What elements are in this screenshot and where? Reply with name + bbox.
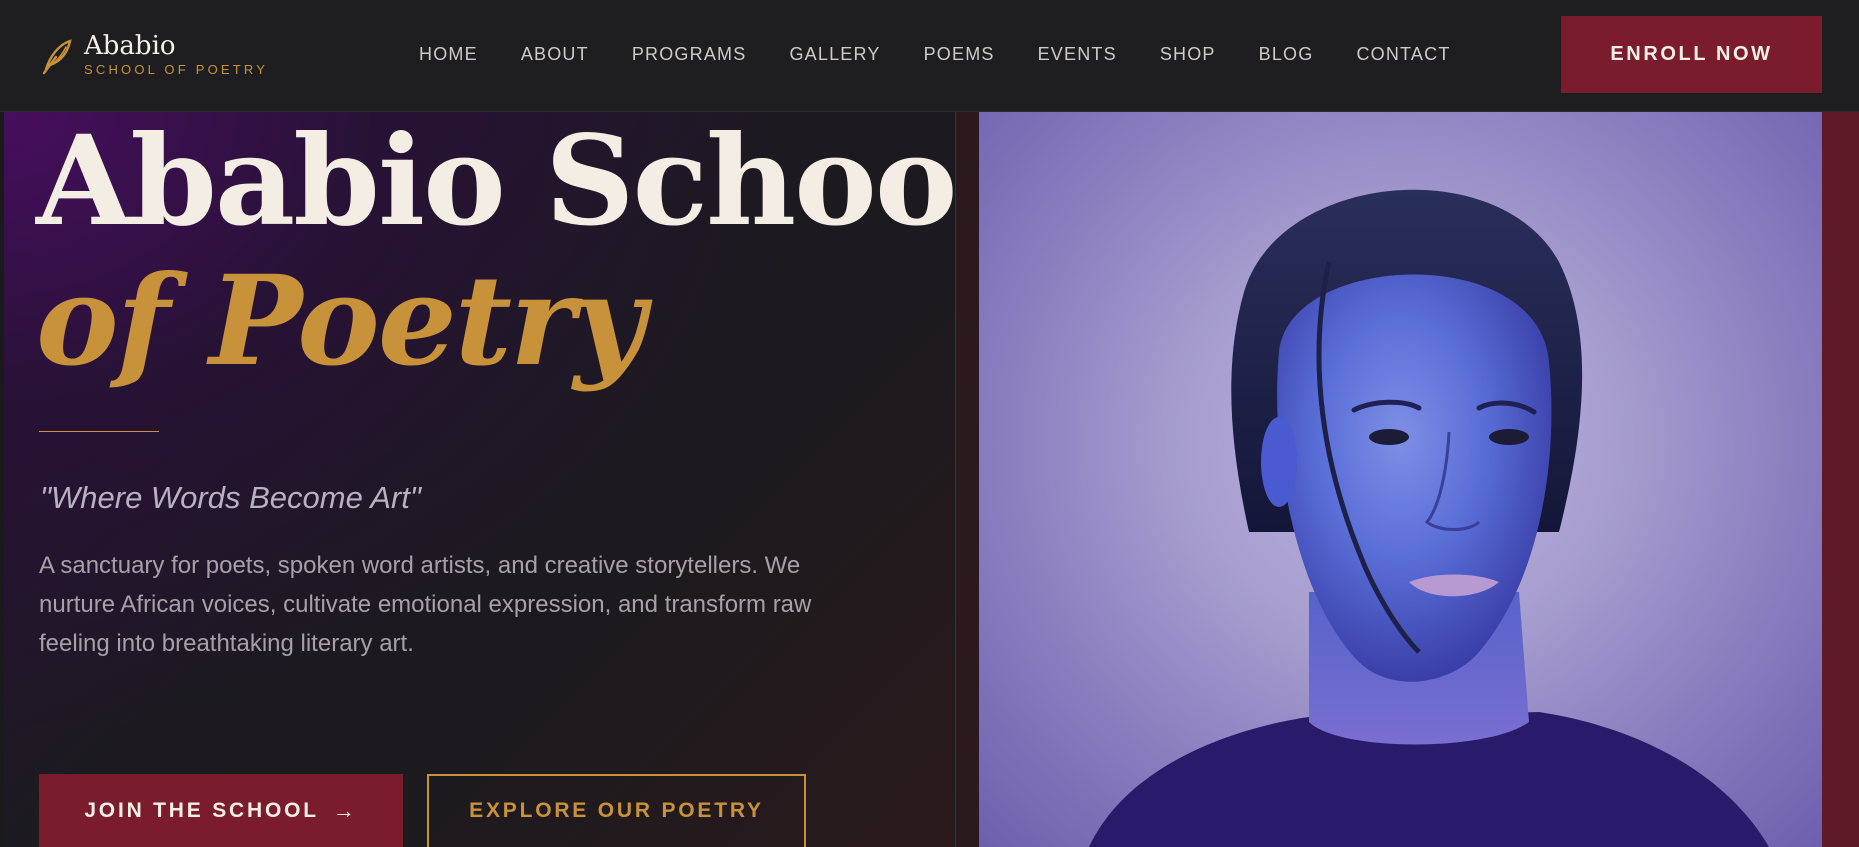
- nav-item-home[interactable]: HOME: [419, 44, 478, 65]
- nav-item-poems[interactable]: POEMS: [924, 44, 995, 65]
- hero-title-line1: Ababio School: [36, 109, 1003, 254]
- brand-subtitle: SCHOOL OF POETRY: [84, 62, 269, 77]
- nav-item-shop[interactable]: SHOP: [1160, 44, 1216, 65]
- nav-item-programs[interactable]: PROGRAMS: [632, 44, 747, 65]
- nav-item-gallery[interactable]: GALLERY: [789, 44, 880, 65]
- site-header: Ababio SCHOOL OF POETRY HOME ABOUT PROGR…: [0, 0, 1859, 112]
- nav-item-blog[interactable]: BLOG: [1259, 44, 1314, 65]
- hero-tagline: "Where Words Become Art": [40, 480, 421, 515]
- title-divider: [39, 431, 159, 432]
- join-school-label: JOIN THE SCHOOL: [84, 799, 319, 822]
- hero-title-line2: of Poetry: [36, 249, 645, 394]
- join-school-button[interactable]: JOIN THE SCHOOL →: [39, 774, 403, 847]
- enroll-now-button[interactable]: ENROLL NOW: [1561, 16, 1822, 93]
- portrait-illustration: [1089, 189, 1769, 847]
- main-nav: HOME ABOUT PROGRAMS GALLERY POEMS EVENTS…: [419, 44, 1494, 65]
- hero-gap: [956, 112, 979, 847]
- explore-poetry-button[interactable]: EXPLORE OUR POETRY: [427, 774, 806, 847]
- nav-item-about[interactable]: ABOUT: [521, 44, 589, 65]
- arrow-right-icon: →: [332, 798, 358, 823]
- brand-logo[interactable]: Ababio SCHOOL OF POETRY: [40, 32, 268, 77]
- nav-item-events[interactable]: EVENTS: [1038, 44, 1117, 65]
- nav-item-contact[interactable]: CONTACT: [1356, 44, 1450, 65]
- right-edge-strip: [1822, 112, 1859, 847]
- brand-name: Ababio: [84, 31, 176, 61]
- hero-description: A sanctuary for poets, spoken word artis…: [39, 552, 812, 657]
- hero-portrait-image: [979, 112, 1822, 847]
- feather-icon: [42, 38, 72, 74]
